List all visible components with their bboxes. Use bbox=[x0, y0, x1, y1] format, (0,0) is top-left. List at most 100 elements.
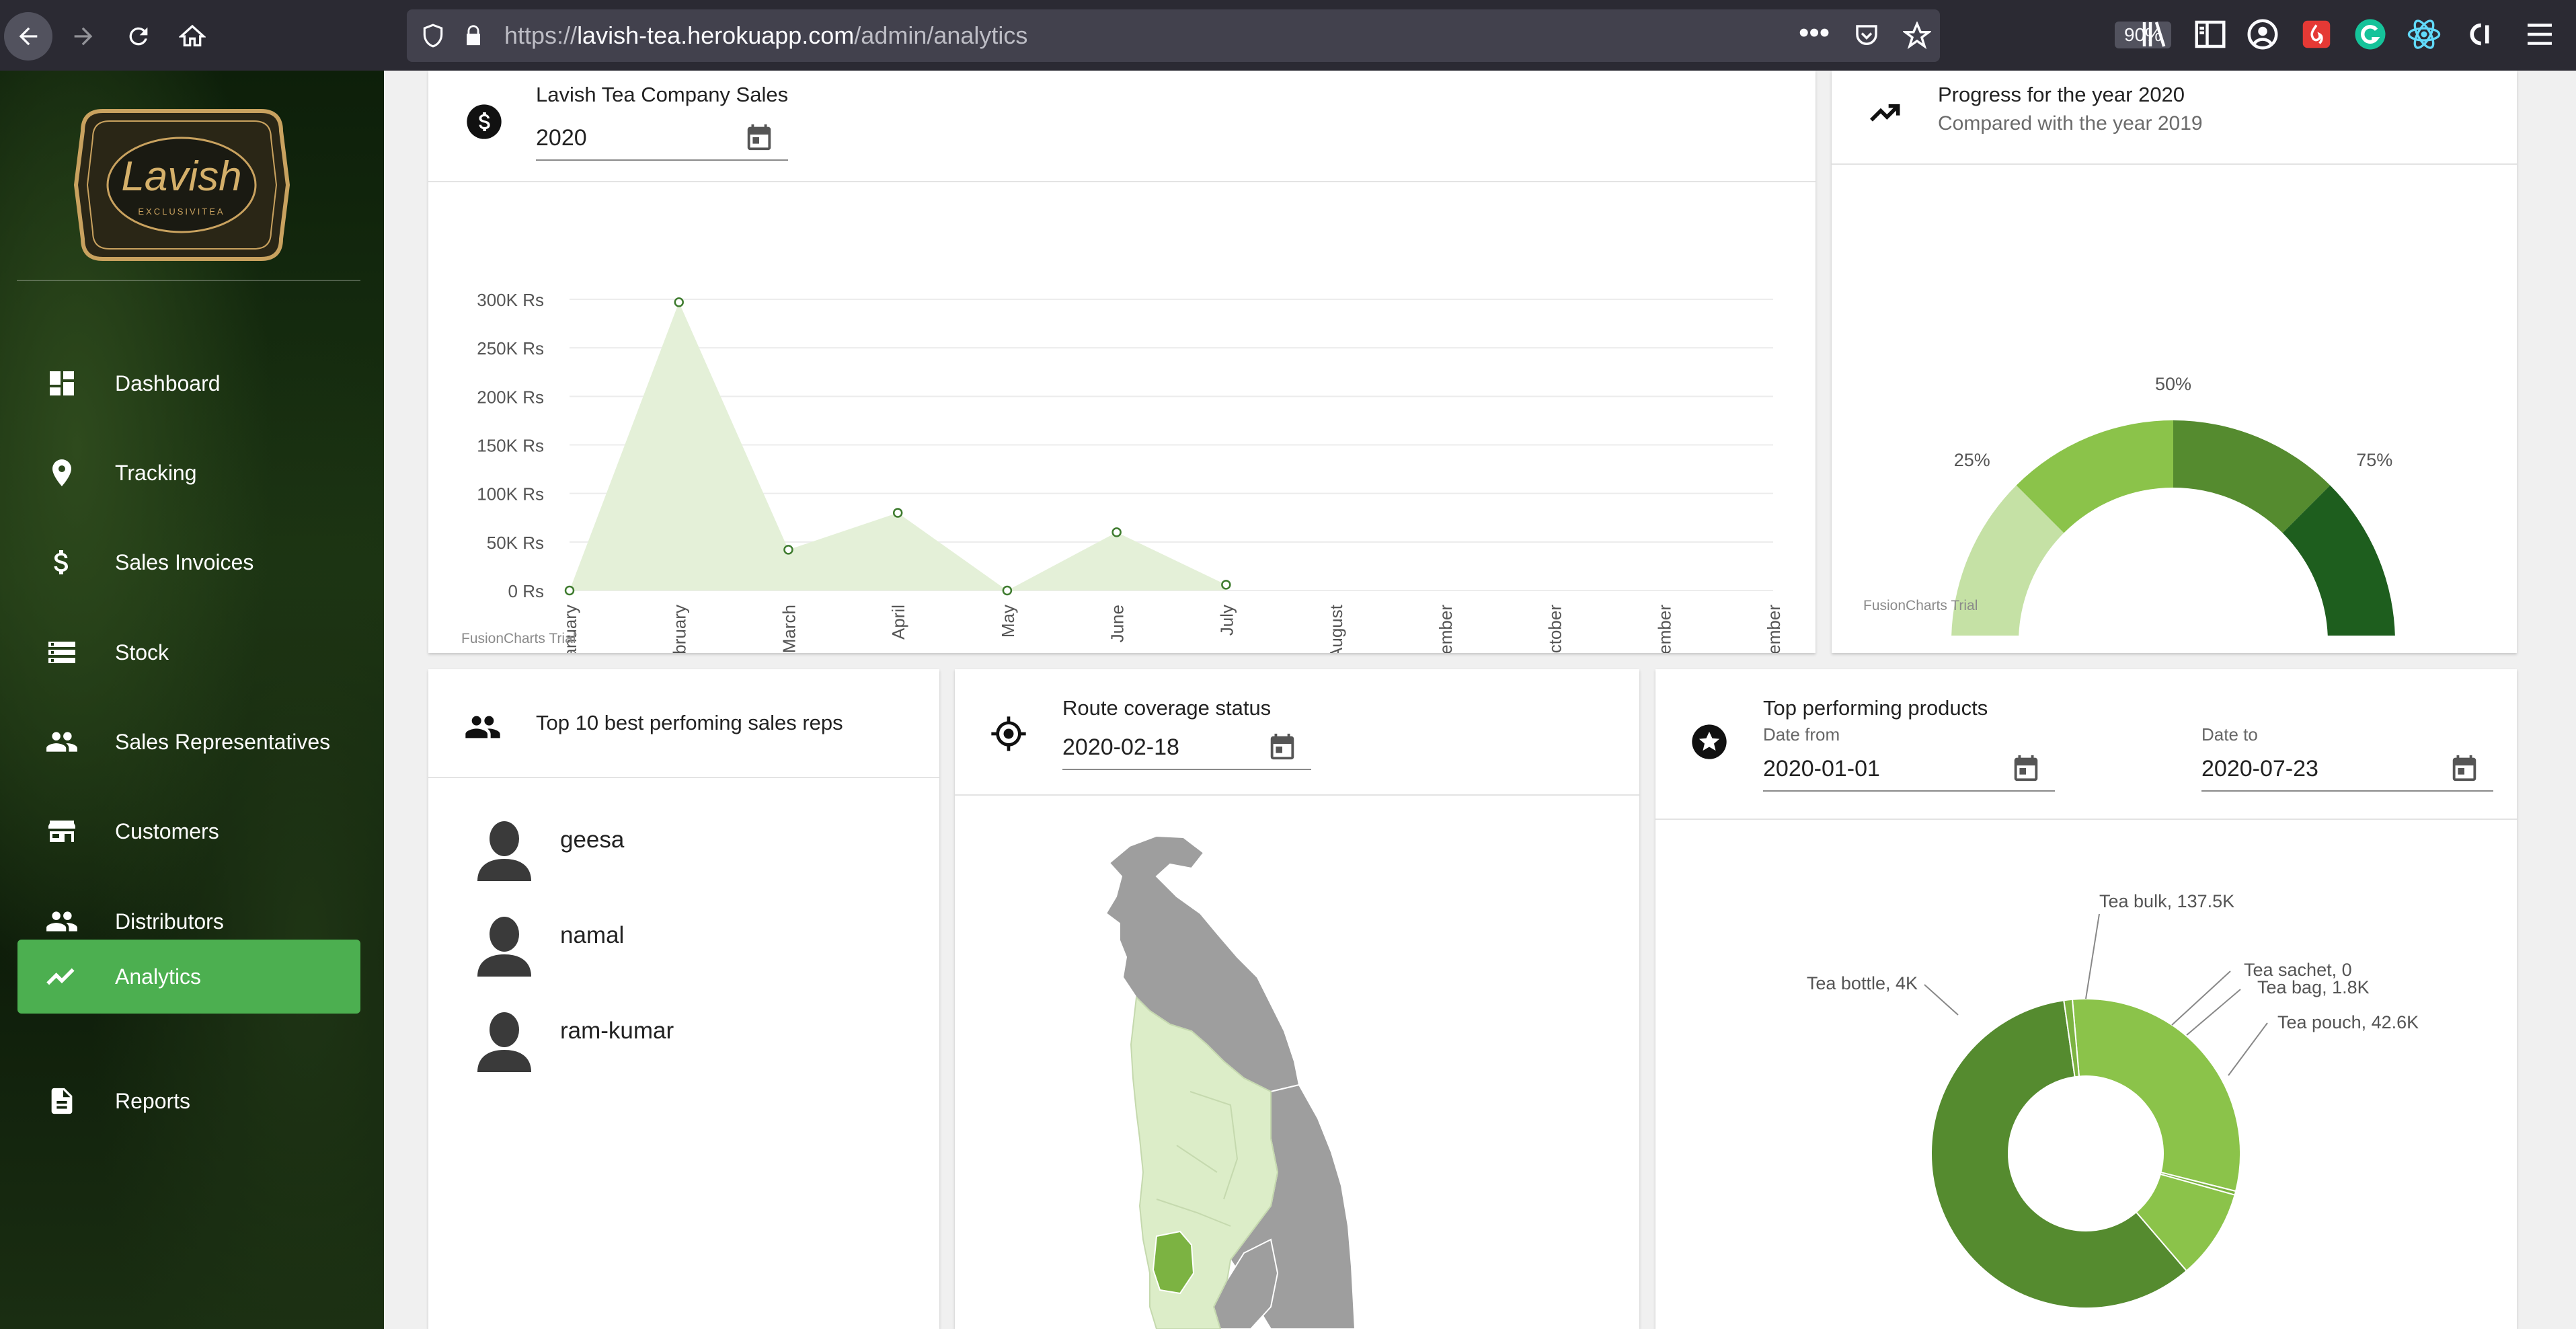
y-tick-label: 150K Rs bbox=[477, 436, 544, 456]
sidebar-item-customers[interactable]: Customers bbox=[17, 794, 360, 868]
rep-list-item[interactable]: geesa bbox=[428, 817, 939, 898]
gauge-tick-label: 25% bbox=[1954, 450, 1990, 470]
extension-c-icon[interactable] bbox=[2458, 16, 2495, 52]
y-tick-label: 200K Rs bbox=[477, 387, 544, 407]
reload-icon bbox=[129, 27, 148, 46]
x-tick-label: March bbox=[779, 605, 799, 653]
x-tick-label: October bbox=[1545, 605, 1565, 653]
grammarly-icon[interactable] bbox=[2352, 16, 2388, 52]
forward-button[interactable] bbox=[59, 12, 108, 61]
url-text[interactable]: https://lavish-tea.herokuapp.com/admin/a… bbox=[504, 22, 1027, 50]
dollar-icon bbox=[41, 546, 83, 578]
data-point[interactable] bbox=[564, 585, 575, 596]
lock-icon[interactable] bbox=[462, 23, 485, 48]
calendar-icon[interactable] bbox=[2011, 753, 2041, 784]
sidebar-item-stock[interactable]: Stock bbox=[17, 615, 360, 689]
url-host: lavish-tea.herokuapp.com bbox=[577, 22, 855, 49]
doughnut-data-label: Tea pouch, 42.6K bbox=[2277, 1012, 2419, 1032]
account-icon[interactable] bbox=[2245, 16, 2281, 52]
year-picker[interactable]: 2020 bbox=[536, 111, 788, 161]
list-icon bbox=[41, 636, 83, 669]
doughnut-slice[interactable] bbox=[2071, 998, 2241, 1192]
leader-line bbox=[2085, 913, 2100, 999]
sidebar-toggle-icon[interactable] bbox=[2192, 16, 2228, 52]
store-icon bbox=[41, 815, 83, 847]
route-date-value: 2020-02-18 bbox=[1062, 734, 1179, 760]
x-tick-label: May bbox=[998, 605, 1018, 638]
route-date-picker[interactable]: 2020-02-18 bbox=[1062, 722, 1311, 770]
x-tick-label: February bbox=[670, 605, 690, 653]
sidebar-item-sales-representatives[interactable]: Sales Representatives bbox=[17, 705, 360, 779]
calendar-icon[interactable] bbox=[1267, 731, 1298, 762]
x-tick-label: June bbox=[1107, 605, 1128, 642]
date-to-label: Date to bbox=[2201, 724, 2258, 745]
shield-icon[interactable] bbox=[420, 23, 446, 48]
url-path: /admin/analytics bbox=[854, 22, 1028, 49]
data-point[interactable] bbox=[892, 508, 903, 518]
gauge-tick-label: 100% bbox=[2432, 633, 2479, 636]
progress-card-title: Progress for the year 2020 bbox=[1938, 83, 2185, 106]
gauge-tick-label: 50% bbox=[2155, 374, 2191, 394]
leader-line bbox=[2186, 989, 2241, 1036]
y-tick-label: 50K Rs bbox=[487, 533, 544, 553]
star-icon[interactable] bbox=[1903, 22, 1931, 50]
extension-red-icon[interactable] bbox=[2298, 16, 2335, 52]
location-pin-icon bbox=[41, 457, 83, 489]
sales-area bbox=[570, 302, 1226, 591]
rep-name: ram-kumar bbox=[560, 1018, 674, 1044]
people-icon bbox=[41, 905, 83, 938]
sidebar-item-label: Sales Invoices bbox=[115, 549, 254, 574]
avatar-icon bbox=[477, 917, 531, 977]
y-tick-label: 250K Rs bbox=[477, 338, 544, 358]
leader-line bbox=[2228, 1022, 2268, 1076]
doughnut-data-label: Tea bulk, 137.5K bbox=[2099, 891, 2234, 911]
rep-list-item[interactable]: namal bbox=[428, 913, 939, 993]
sidebar-item-tracking[interactable]: Tracking bbox=[17, 436, 360, 510]
react-devtools-icon[interactable] bbox=[2406, 16, 2442, 52]
x-tick-label: July bbox=[1216, 605, 1237, 636]
sidebar: Lavish EXCLUSIVITEA Dashboard Tracking S… bbox=[0, 71, 384, 1329]
route-coverage-card: Route coverage status 2020-02-18 bbox=[955, 669, 1639, 1329]
data-point[interactable] bbox=[1002, 585, 1013, 596]
sri-lanka-map bbox=[1105, 835, 1356, 1329]
data-point[interactable] bbox=[1221, 580, 1231, 590]
sidebar-item-sales-invoices[interactable]: Sales Invoices bbox=[17, 525, 360, 599]
data-point[interactable] bbox=[1111, 527, 1122, 537]
x-tick-label: August bbox=[1326, 604, 1346, 653]
lavish-logo[interactable]: Lavish EXCLUSIVITEA bbox=[69, 104, 295, 266]
sales-area-chart: 0 Rs 50K Rs 100K Rs 150K Rs 200K Rs 250K Rs 30… bbox=[477, 290, 1784, 653]
calendar-icon[interactable] bbox=[744, 122, 775, 153]
more-icon[interactable]: ••• bbox=[1799, 16, 1830, 50]
sidebar-item-reports[interactable]: Reports bbox=[17, 1064, 360, 1138]
reload-button[interactable] bbox=[114, 12, 163, 61]
browser-toolbar: https://lavish-tea.herokuapp.com/admin/a… bbox=[0, 0, 2576, 71]
home-button[interactable] bbox=[168, 12, 217, 61]
rep-list-item[interactable]: ram-kumar bbox=[428, 1008, 939, 1089]
data-point[interactable] bbox=[783, 545, 793, 555]
document-icon bbox=[41, 1086, 83, 1116]
fusioncharts-trial-label: FusionCharts Trial bbox=[461, 631, 576, 646]
sidebar-item-analytics[interactable]: Analytics bbox=[17, 940, 360, 1014]
sidebar-item-label: Stock bbox=[115, 640, 169, 664]
people-icon bbox=[41, 725, 83, 759]
doughnut-data-label: Tea bottle, 4K bbox=[1807, 973, 1918, 993]
sidebar-divider bbox=[17, 280, 360, 281]
pocket-icon[interactable] bbox=[1852, 22, 1881, 50]
date-from-picker[interactable]: 2020-01-01 bbox=[1763, 743, 2055, 792]
date-to-value: 2020-07-23 bbox=[2201, 756, 2318, 782]
calendar-icon[interactable] bbox=[2449, 753, 2480, 784]
back-button[interactable] bbox=[4, 12, 52, 61]
date-from-value: 2020-01-01 bbox=[1763, 756, 1880, 782]
library-icon[interactable] bbox=[2138, 16, 2175, 52]
people-icon bbox=[465, 716, 500, 738]
sidebar-item-dashboard[interactable]: Dashboard bbox=[17, 346, 360, 420]
address-bar[interactable]: https://lavish-tea.herokuapp.com/admin/a… bbox=[407, 9, 2172, 62]
doughnut-data-label: Tea bag, 1.8K bbox=[2257, 977, 2370, 997]
x-tick-label: April bbox=[888, 605, 908, 640]
hamburger-menu-icon[interactable] bbox=[2522, 16, 2558, 52]
gauge-tick-label: 75% bbox=[2356, 450, 2392, 470]
data-point[interactable] bbox=[674, 297, 684, 307]
gauge-tick-label: 0% bbox=[1888, 633, 1914, 636]
gps-target-icon bbox=[991, 716, 1026, 751]
date-to-picker[interactable]: 2020-07-23 bbox=[2201, 743, 2493, 792]
